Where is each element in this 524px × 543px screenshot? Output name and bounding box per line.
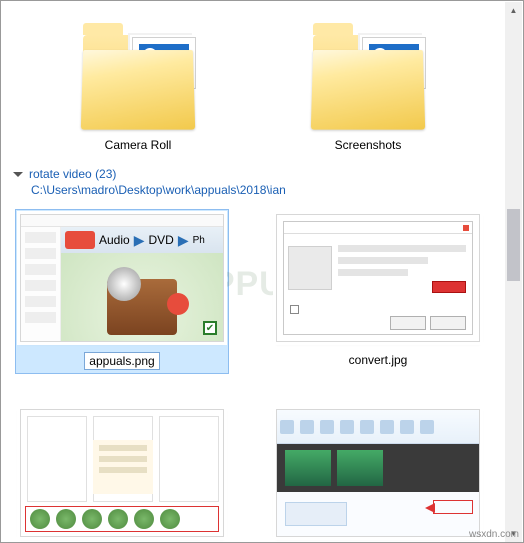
file-item[interactable]: drag.jpg [271, 404, 485, 542]
credit-text: wsxdn.com [469, 529, 519, 540]
folder-item[interactable]: Camera Roll [53, 11, 223, 157]
file-name: appuals.png [84, 352, 159, 370]
file-name: convert.jpg [345, 352, 412, 368]
group-path: C:\Users\madro\Desktop\work\appuals\2018… [31, 183, 497, 197]
file-item[interactable]: convert.jpg [271, 209, 485, 374]
group-header[interactable]: rotate video (23) [13, 167, 497, 181]
scroll-thumb[interactable] [507, 209, 520, 281]
chevron-down-icon [13, 172, 23, 177]
thumbnail [20, 409, 224, 537]
folder-item[interactable]: Screenshots [283, 11, 453, 157]
scroll-up-button[interactable]: ▲ [505, 2, 522, 19]
scroll-track[interactable] [505, 19, 522, 525]
file-item[interactable]: converts.jpg [15, 404, 229, 542]
thumbnail: Audio▶DVD▶Ph ✔ [20, 214, 224, 342]
group-name: rotate video [29, 167, 92, 181]
thumbnail [276, 214, 480, 342]
file-list-pane[interactable]: Camera Roll Screenshots rotate video (23… [1, 1, 505, 542]
vertical-scrollbar[interactable]: ▲ ▼ [505, 2, 522, 542]
folder-label: Camera Roll [101, 137, 176, 153]
folder-label: Screenshots [331, 137, 406, 153]
file-item-selected[interactable]: Audio▶DVD▶Ph ✔ appuals.png [15, 209, 229, 374]
thumbnail [276, 409, 480, 537]
group-count: (23) [95, 167, 116, 181]
folder-icon [78, 15, 198, 133]
folder-icon [308, 15, 428, 133]
group-title: rotate video (23) [29, 167, 116, 181]
